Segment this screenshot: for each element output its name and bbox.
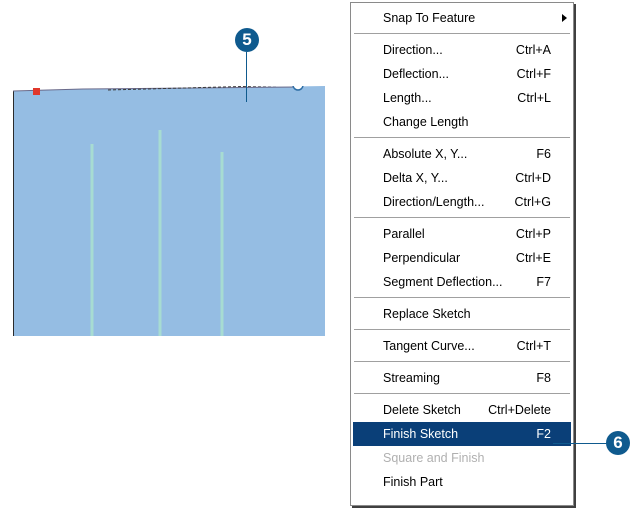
menu-item-parallel[interactable]: Parallel Ctrl+P — [353, 222, 571, 246]
menu-item-shortcut: Ctrl+G — [514, 195, 551, 209]
menu-separator — [354, 137, 570, 139]
menu-item-snap-to-feature[interactable]: Snap To Feature — [353, 6, 571, 30]
menu-item-label: Direction... — [383, 43, 443, 57]
menu-item-deflection[interactable]: Deflection... Ctrl+F — [353, 62, 571, 86]
menu-item-shortcut: F6 — [536, 147, 551, 161]
menu-item-absolute-xy[interactable]: Absolute X, Y... F6 — [353, 142, 571, 166]
menu-item-label: Finish Part — [383, 475, 443, 489]
sketch-context-menu: Snap To Feature Direction... Ctrl+A Defl… — [350, 2, 574, 506]
menu-item-label: Delta X, Y... — [383, 171, 448, 185]
menu-item-label: Length... — [383, 91, 432, 105]
menu-item-streaming[interactable]: Streaming F8 — [353, 366, 571, 390]
menu-item-segment-deflection[interactable]: Segment Deflection... F7 — [353, 270, 571, 294]
submenu-arrow-icon — [562, 14, 567, 22]
menu-separator — [354, 297, 570, 299]
menu-separator — [354, 393, 570, 395]
menu-item-direction-length[interactable]: Direction/Length... Ctrl+G — [353, 190, 571, 214]
menu-item-shortcut: Ctrl+E — [515, 251, 551, 265]
sketch-canvas[interactable] — [13, 86, 325, 336]
menu-item-finish-part[interactable]: Finish Part — [353, 470, 571, 494]
menu-item-shortcut: Ctrl+P — [515, 227, 551, 241]
menu-item-label: Finish Sketch — [383, 427, 459, 441]
menu-item-shortcut: Ctrl+Delete — [488, 403, 551, 417]
snap-agent-circle[interactable] — [292, 86, 304, 91]
menu-item-shortcut: Ctrl+T — [516, 339, 551, 353]
menu-item-shortcut: F8 — [536, 371, 551, 385]
menu-item-label: Replace Sketch — [383, 307, 471, 321]
menu-item-replace-sketch[interactable]: Replace Sketch — [353, 302, 571, 326]
menu-item-tangent-curve[interactable]: Tangent Curve... Ctrl+T — [353, 334, 571, 358]
menu-item-label: Change Length — [383, 115, 469, 129]
menu-item-shortcut: F7 — [536, 275, 551, 289]
menu-item-finish-sketch[interactable]: Finish Sketch F2 — [353, 422, 571, 446]
menu-item-label: Snap To Feature — [383, 11, 476, 25]
menu-item-shortcut: Ctrl+D — [515, 171, 551, 185]
menu-item-shortcut: Ctrl+A — [515, 43, 551, 57]
menu-item-direction[interactable]: Direction... Ctrl+A — [353, 38, 571, 62]
menu-item-label: Tangent Curve... — [383, 339, 475, 353]
menu-item-delta-xy[interactable]: Delta X, Y... Ctrl+D — [353, 166, 571, 190]
menu-separator — [354, 33, 570, 35]
callout-5-leader — [246, 52, 247, 102]
menu-item-label: Streaming — [383, 371, 440, 385]
parcel-polygon[interactable] — [13, 86, 325, 336]
callout-step-6: 6 — [606, 431, 630, 455]
callout-5-label: 5 — [242, 30, 252, 49]
menu-item-delete-sketch[interactable]: Delete Sketch Ctrl+Delete — [353, 398, 571, 422]
menu-item-label: Deflection... — [383, 67, 450, 81]
menu-separator — [354, 329, 570, 331]
menu-item-label: Delete Sketch — [383, 403, 461, 417]
menu-item-length[interactable]: Length... Ctrl+L — [353, 86, 571, 110]
menu-item-change-length[interactable]: Change Length — [353, 110, 571, 134]
menu-separator — [354, 217, 570, 219]
callout-step-5: 5 — [235, 28, 259, 52]
callout-6-leader — [553, 443, 609, 444]
map-sketch-area[interactable] — [13, 86, 325, 336]
menu-item-label: Absolute X, Y... — [383, 147, 468, 161]
menu-item-label: Square and Finish — [383, 451, 485, 465]
menu-separator — [354, 361, 570, 363]
start-vertex[interactable] — [33, 88, 40, 95]
menu-item-label: Parallel — [383, 227, 425, 241]
menu-item-shortcut: Ctrl+F — [516, 67, 551, 81]
menu-item-label: Segment Deflection... — [383, 275, 503, 289]
menu-item-square-and-finish: Square and Finish — [353, 446, 571, 470]
menu-item-label: Perpendicular — [383, 251, 461, 265]
callout-6-label: 6 — [613, 433, 623, 452]
menu-item-perpendicular[interactable]: Perpendicular Ctrl+E — [353, 246, 571, 270]
menu-item-shortcut: F2 — [536, 427, 551, 441]
menu-item-label: Direction/Length... — [383, 195, 485, 209]
menu-item-shortcut: Ctrl+L — [517, 91, 551, 105]
